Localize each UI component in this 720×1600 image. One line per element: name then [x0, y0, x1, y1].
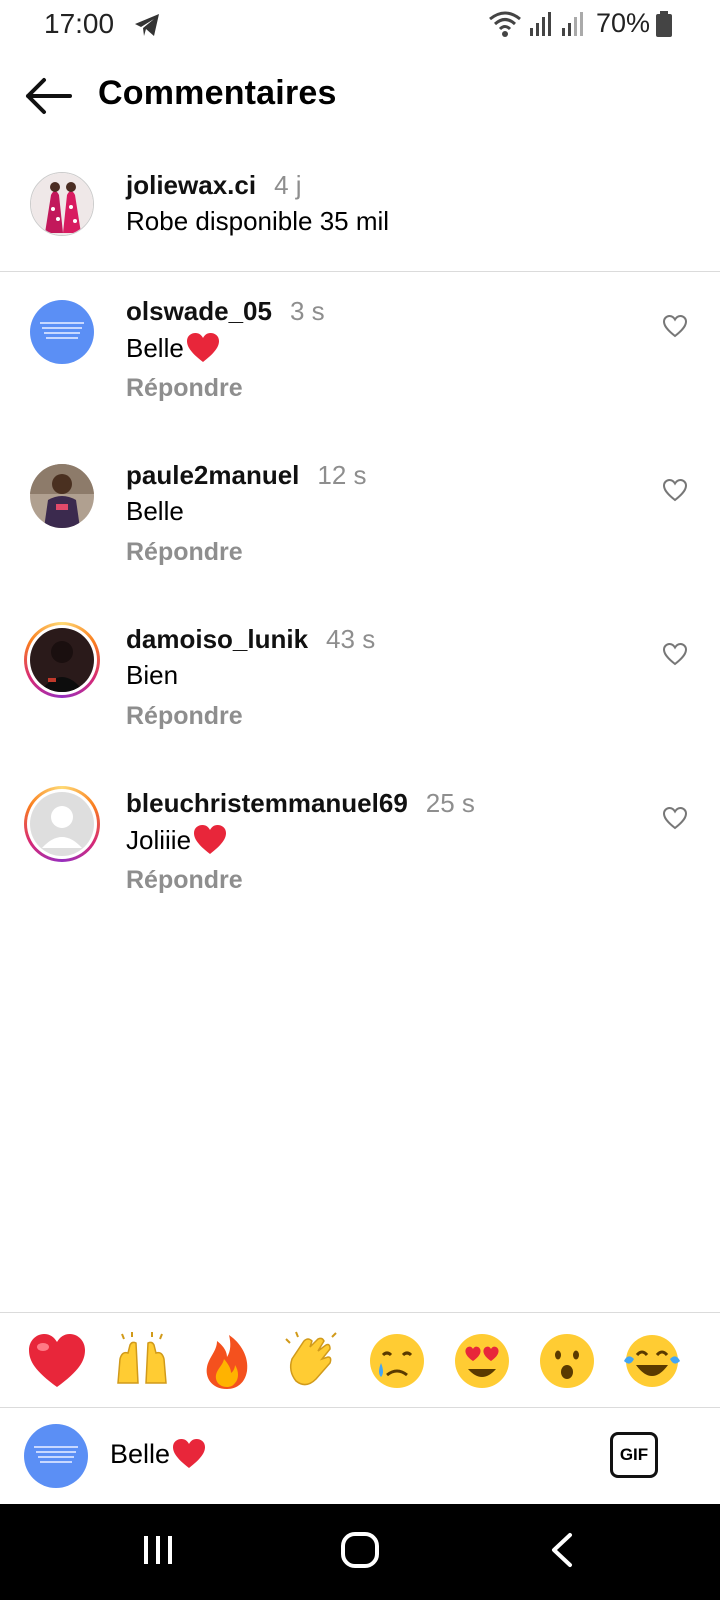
signal-icon: [561, 11, 583, 36]
surprised-face-emoji[interactable]: [537, 1331, 597, 1391]
story-ring[interactable]: [24, 786, 100, 862]
username[interactable]: damoiso_lunik: [126, 624, 308, 654]
post-caption: joliewax.ci 4 j Robe disponible 35 mil: [0, 160, 720, 272]
avatar: [30, 628, 94, 692]
system-nav-bar: [0, 1504, 720, 1600]
avatar[interactable]: [30, 172, 94, 236]
wifi-icon: [489, 11, 521, 37]
timestamp: 43 s: [326, 624, 376, 654]
reply-button[interactable]: Répondre: [126, 374, 243, 403]
raising-hands-emoji[interactable]: [112, 1331, 172, 1391]
battery-percent: 70%: [595, 8, 650, 38]
avatar: [24, 1424, 88, 1488]
comment-text: Belle: [126, 496, 184, 527]
comment-item: bleuchristemmanuel69 25 s Joliiie Répondr…: [0, 786, 720, 936]
status-bar: 17:00 70%: [0, 0, 720, 52]
comment-header: bleuchristemmanuel69 25 s: [126, 788, 475, 819]
tears-of-joy-emoji[interactable]: [622, 1331, 682, 1391]
heart-outline-icon[interactable]: [662, 478, 688, 502]
back-nav-icon[interactable]: [548, 1532, 576, 1568]
heart-outline-icon[interactable]: [662, 314, 688, 338]
comment-header: olswade_05 3 s: [126, 296, 325, 327]
caption-header: joliewax.ci 4 j: [126, 170, 302, 201]
comment-text: Joliiie: [126, 824, 227, 856]
reply-button[interactable]: Répondre: [126, 866, 243, 895]
heart-eyes-emoji[interactable]: [452, 1331, 512, 1391]
signal-icon: [529, 11, 551, 36]
comment-header: paule2manuel 12 s: [126, 460, 367, 491]
comment-text-value: Bien: [126, 660, 179, 690]
comment-item: damoiso_lunik 43 s Bien Répondre: [0, 622, 720, 772]
red-heart-emoji: [194, 825, 227, 854]
battery-icon: [656, 10, 672, 37]
gif-button[interactable]: GIF: [610, 1432, 658, 1478]
timestamp: 25 s: [425, 788, 475, 818]
red-heart-emoji: [173, 1439, 206, 1468]
timestamp: 3 s: [289, 296, 325, 326]
avatar[interactable]: [30, 300, 94, 364]
fire-emoji[interactable]: [197, 1331, 257, 1391]
red-heart-emoji: [186, 333, 219, 362]
timestamp: 12 s: [317, 460, 367, 490]
story-ring[interactable]: [24, 622, 100, 698]
username[interactable]: bleuchristemmanuel69: [126, 788, 408, 818]
comment-header: damoiso_lunik 43 s: [126, 624, 375, 655]
comment-text: Bien: [126, 660, 178, 691]
telegram-icon: [135, 14, 159, 36]
comment-input-value: Belle: [110, 1438, 171, 1469]
username[interactable]: paule2manuel: [126, 460, 299, 490]
comment-text-value: Belle: [126, 332, 184, 363]
reply-button[interactable]: Répondre: [126, 702, 243, 731]
avatar[interactable]: [30, 464, 94, 528]
reply-button[interactable]: Répondre: [126, 538, 243, 567]
status-time: 17:00: [44, 8, 115, 39]
comment-text-value: Joliiie: [126, 824, 192, 855]
red-heart-emoji[interactable]: [27, 1331, 87, 1391]
username[interactable]: joliewax.ci: [126, 170, 256, 200]
crying-face-emoji[interactable]: [367, 1331, 427, 1391]
heart-outline-icon[interactable]: [662, 642, 688, 666]
status-icons: 70%: [488, 8, 672, 39]
timestamp: 4 j: [274, 170, 302, 200]
page-title: Commentaires: [98, 74, 337, 112]
clapping-hands-emoji[interactable]: [282, 1331, 342, 1391]
username[interactable]: olswade_05: [126, 296, 272, 326]
caption-text: Robe disponible 35 mil: [126, 206, 390, 236]
quick-reaction-bar: [0, 1312, 720, 1408]
comment-text-value: Belle: [126, 496, 184, 526]
recent-apps-icon[interactable]: [140, 1532, 176, 1568]
comment-composer: Belle GIF: [0, 1408, 720, 1504]
arrow-left-icon[interactable]: [22, 76, 74, 116]
home-icon[interactable]: [340, 1532, 380, 1568]
header: Commentaires: [0, 62, 720, 132]
heart-outline-icon[interactable]: [662, 806, 688, 830]
comment-text: Belle: [126, 332, 220, 364]
avatar: [30, 792, 94, 856]
comment-input[interactable]: Belle: [110, 1438, 206, 1470]
comment-item: olswade_05 3 s Belle Répondre: [0, 294, 720, 444]
comment-item: paule2manuel 12 s Belle Répondre: [0, 458, 720, 608]
